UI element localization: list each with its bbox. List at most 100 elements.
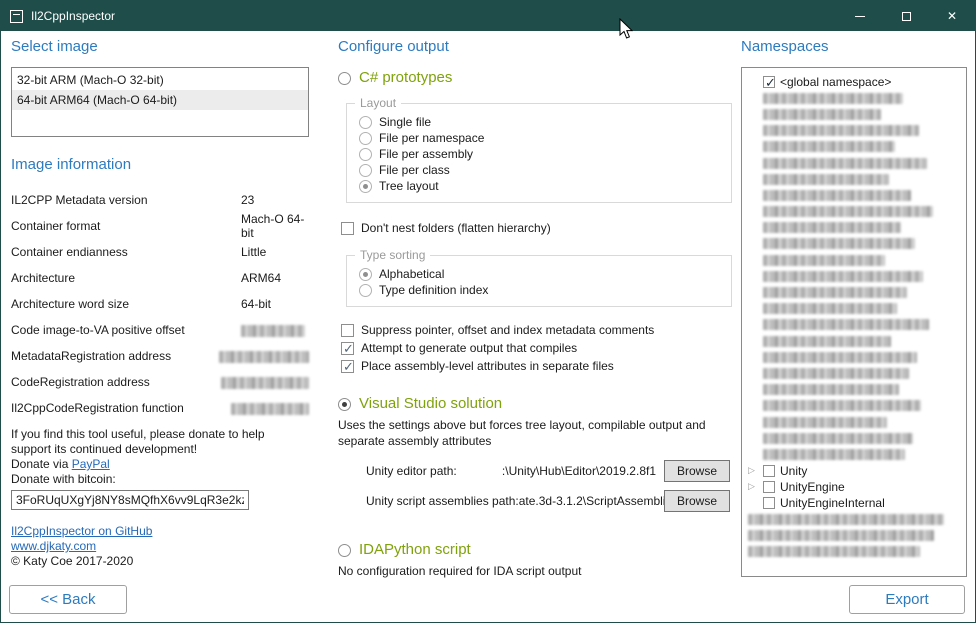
namespace-row-redacted [746, 139, 962, 155]
namespace-row-redacted [746, 187, 962, 203]
radio-option[interactable]: File per assembly [359, 146, 731, 162]
namespace-row[interactable]: UnityEngineInternal [746, 495, 962, 511]
layout-group-label: Layout [355, 96, 401, 110]
image-list-item[interactable]: 64-bit ARM64 (Mach-O 64-bit) [12, 90, 308, 110]
namespace-label: <global namespace> [780, 74, 891, 90]
layout-group: Layout Single fileFile per namespaceFile… [346, 103, 732, 203]
namespace-row-redacted [746, 204, 962, 220]
paypal-link[interactable]: PayPal [72, 457, 110, 471]
namespaces-list[interactable]: <global namespace> ▷ Unity ▷ UnityEngineUnit… [741, 67, 967, 577]
namespace-row-redacted [746, 430, 962, 446]
namespace-row-redacted [746, 220, 962, 236]
namespace-row-redacted [746, 398, 962, 414]
maximize-button[interactable] [883, 1, 929, 31]
namespace-row-redacted [746, 236, 962, 252]
info-value: Mach-O 64-bit [241, 212, 309, 240]
namespace-row-redacted [746, 446, 962, 462]
window-controls: ✕ [837, 1, 975, 31]
bitcoin-address-input[interactable] [11, 490, 249, 510]
export-button[interactable]: Export [849, 585, 965, 614]
app-icon [10, 10, 23, 23]
browse-editor-path-button[interactable]: Browse [664, 460, 730, 482]
radio-icon [359, 148, 372, 161]
close-button[interactable]: ✕ [929, 1, 975, 31]
info-row: Il2CppCodeRegistration function [11, 395, 309, 421]
expander-icon[interactable]: ▷ [748, 482, 758, 491]
radio-icon [359, 284, 372, 297]
info-value: 64-bit [241, 297, 309, 311]
image-list-item[interactable]: 32-bit ARM (Mach-O 32-bit) [12, 70, 308, 90]
minimize-button[interactable] [837, 1, 883, 31]
donate-via-text: Donate via [11, 457, 72, 471]
info-label: Container endianness [11, 245, 241, 259]
info-row: ArchitectureARM64 [11, 265, 309, 291]
namespace-row-redacted [746, 333, 962, 349]
namespace-row[interactable]: <global namespace> [746, 74, 962, 90]
info-label: Architecture [11, 271, 241, 285]
namespace-row-redacted [746, 543, 962, 559]
namespace-row-redacted [746, 365, 962, 381]
radio-option[interactable]: File per class [359, 162, 731, 178]
redacted-namespace [763, 400, 921, 411]
redacted-namespace [763, 336, 891, 347]
unity-editor-path-value: :\Unity\Hub\Editor\2019.2.8f1 [457, 464, 664, 478]
redacted-namespace [763, 109, 881, 120]
namespace-row[interactable]: ▷ Unity [746, 463, 962, 479]
namespace-row-redacted [746, 284, 962, 300]
radio-option[interactable]: Tree layout [359, 178, 731, 194]
radio-label: File per assembly [379, 147, 473, 161]
redacted-namespace [763, 449, 905, 460]
namespaces-heading: Namespaces [741, 37, 967, 57]
redacted-namespace [763, 352, 917, 363]
namespace-row[interactable]: ▷ UnityEngine [746, 479, 962, 495]
info-label: Il2CppCodeRegistration function [11, 401, 231, 415]
csharp-prototypes-option[interactable]: C# prototypes [338, 69, 736, 87]
namespaces-panel: Namespaces <global namespace> ▷ Unity ▷ Unit… [741, 37, 967, 577]
redacted-namespace [763, 93, 903, 104]
radio-icon [359, 268, 372, 281]
redacted-namespace [763, 206, 933, 217]
image-listbox[interactable]: 32-bit ARM (Mach-O 32-bit)64-bit ARM64 (… [11, 67, 309, 137]
info-value: 23 [241, 193, 309, 207]
github-link[interactable]: Il2CppInspector on GitHub [11, 524, 152, 538]
namespace-row-redacted [746, 268, 962, 284]
redacted-namespace [748, 514, 944, 525]
namespace-checkbox[interactable] [763, 481, 775, 493]
namespace-checkbox[interactable] [763, 465, 775, 477]
radio-option[interactable]: Type definition index [359, 282, 731, 298]
output-option-checkbox[interactable]: Suppress pointer, offset and index metad… [341, 321, 736, 339]
namespace-label: UnityEngine [780, 479, 845, 495]
radio-option[interactable]: Alphabetical [359, 266, 731, 282]
expander-icon[interactable]: ▷ [748, 466, 758, 475]
radio-option[interactable]: File per namespace [359, 130, 731, 146]
namespace-row-redacted [746, 511, 962, 527]
app-window: Il2CppInspector ✕ Select image 32-bit AR… [0, 0, 976, 623]
radio-label: Single file [379, 115, 431, 129]
flatten-checkbox[interactable]: Don't nest folders (flatten hierarchy) [341, 219, 736, 237]
idapython-option[interactable]: IDAPython script [338, 541, 736, 559]
back-button[interactable]: << Back [9, 585, 127, 614]
output-option-checkbox[interactable]: Attempt to generate output that compiles [341, 339, 736, 357]
output-option-checkbox[interactable]: Place assembly-level attributes in separ… [341, 357, 736, 375]
namespace-row-redacted [746, 90, 962, 106]
visual-studio-option[interactable]: Visual Studio solution [338, 395, 736, 413]
vs-description: Uses the settings above but forces tree … [338, 417, 730, 449]
titlebar[interactable]: Il2CppInspector ✕ [1, 1, 975, 31]
website-link[interactable]: www.djkaty.com [11, 539, 96, 553]
output-option-checkboxes: Suppress pointer, offset and index metad… [338, 321, 736, 375]
redacted-namespace [763, 174, 889, 185]
namespace-row-redacted [746, 123, 962, 139]
namespace-row-redacted [746, 317, 962, 333]
redacted-namespace [763, 141, 895, 152]
idapython-label: IDAPython script [359, 541, 471, 559]
info-label: IL2CPP Metadata version [11, 193, 241, 207]
namespace-label: Unity [780, 463, 807, 479]
radio-label: Alphabetical [379, 267, 444, 281]
maximize-icon [902, 12, 911, 21]
info-row: MetadataRegistration address [11, 343, 309, 369]
radio-option[interactable]: Single file [359, 114, 731, 130]
browse-assemblies-path-button[interactable]: Browse [664, 490, 730, 512]
info-row: Container endiannessLittle [11, 239, 309, 265]
namespace-checkbox[interactable] [763, 76, 775, 88]
namespace-checkbox[interactable] [763, 497, 775, 509]
